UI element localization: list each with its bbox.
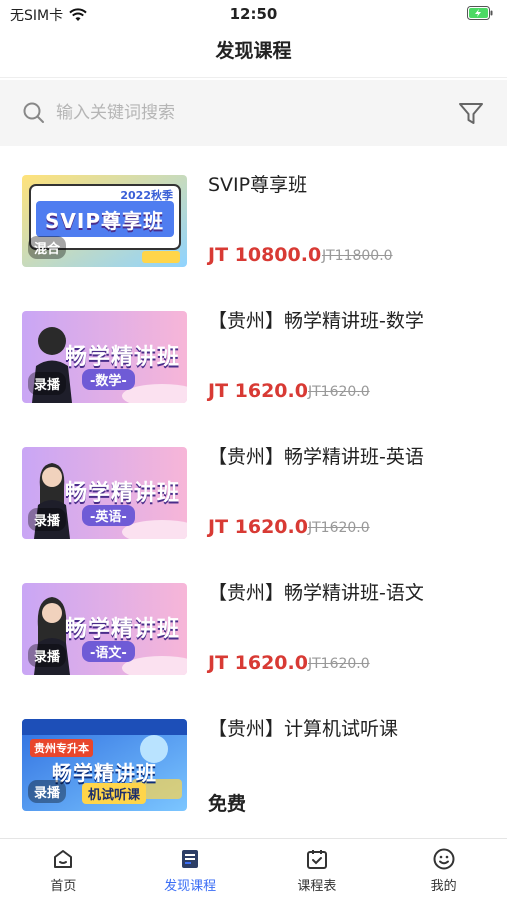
course-item[interactable]: SVIP尊享班 2022秋季 混合 SVIP尊享班 JT 10800.0 JT1… [0, 150, 507, 286]
course-thumbnail: 畅学精讲班 -英语- 录播 [22, 447, 187, 539]
original-price: JT1620.0 [308, 384, 370, 400]
tab-home[interactable]: 首页 [0, 839, 127, 900]
course-item[interactable]: 畅学精讲班 -语文- 录播 【贵州】畅学精讲班-语文 JT 1620.0 JT1… [0, 558, 507, 694]
course-title: 【贵州】畅学精讲班-英语 [208, 446, 424, 468]
course-title: 【贵州】畅学精讲班-数学 [208, 310, 424, 332]
course-title: SVIP尊享班 [208, 174, 308, 196]
course-item[interactable]: 畅学精讲班 -英语- 录播 【贵州】畅学精讲班-英语 JT 1620.0 JT1… [0, 422, 507, 558]
page-title: 发现课程 [215, 40, 292, 62]
original-price: JT11800.0 [322, 248, 393, 264]
tab-label: 发现课程 [164, 879, 217, 894]
search-bar [0, 80, 507, 146]
tab-bar: 首页 发现课程 课程表 我的 [0, 838, 507, 900]
course-thumbnail: 畅学精讲班 -语文- 录播 [22, 583, 187, 675]
tab-schedule[interactable]: 课程表 [254, 839, 381, 900]
course-thumbnail: SVIP尊享班 2022秋季 混合 [22, 175, 187, 267]
thumbnail-tag: 录播 [28, 372, 67, 395]
battery-charging-icon [467, 6, 493, 20]
course-price: JT 1620.0 [208, 380, 308, 402]
course-list: SVIP尊享班 2022秋季 混合 SVIP尊享班 JT 10800.0 JT1… [0, 150, 507, 840]
thumbnail-text: 畅学精讲班 [64, 345, 180, 370]
thumbnail-text: SVIP尊享班 [45, 209, 164, 233]
clock: 12:50 [229, 5, 278, 23]
profile-icon [433, 848, 455, 870]
thumbnail-subtitle: -英语- [82, 505, 135, 526]
thumbnail-tag: 录播 [28, 644, 67, 667]
course-item[interactable]: 贵州专升本 畅学精讲班 机试听课 录播 【贵州】计算机试听课 免费 [0, 694, 507, 830]
search-icon[interactable] [22, 101, 46, 125]
course-price: JT 1620.0 [208, 652, 308, 674]
tab-label: 首页 [50, 879, 77, 894]
thumbnail-tag: 混合 [28, 236, 67, 259]
discover-icon [182, 850, 199, 868]
tab-label: 我的 [430, 879, 457, 894]
course-price: JT 10800.0 [208, 244, 322, 266]
tab-profile[interactable]: 我的 [380, 839, 507, 900]
thumbnail-subtitle: -语文- [82, 641, 135, 662]
original-price: JT1620.0 [308, 520, 370, 536]
filter-icon[interactable] [457, 100, 485, 128]
course-title: 【贵州】计算机试听课 [208, 718, 399, 740]
course-price: 免费 [208, 793, 247, 815]
course-item[interactable]: 畅学精讲班 -数学- 录播 【贵州】畅学精讲班-数学 JT 1620.0 JT1… [0, 286, 507, 422]
search-input[interactable] [56, 98, 416, 128]
navigation-bar: 发现课程 [0, 28, 507, 78]
thumbnail-badge: 贵州专升本 [30, 739, 93, 757]
thumbnail-badge: 2022秋季 [120, 189, 173, 202]
tab-discover[interactable]: 发现课程 [127, 839, 254, 900]
thumbnail-subtitle: 机试听课 [82, 783, 147, 804]
course-title: 【贵州】畅学精讲班-语文 [208, 582, 424, 604]
thumbnail-text: 畅学精讲班 [64, 617, 180, 642]
course-thumbnail: 贵州专升本 畅学精讲班 机试听课 录播 [22, 719, 187, 811]
status-bar: 无SIM卡 12:50 [0, 0, 507, 28]
thumbnail-text: 畅学精讲班 [64, 481, 180, 506]
original-price: JT1620.0 [308, 656, 370, 672]
tab-label: 课程表 [297, 879, 337, 894]
course-price: JT 1620.0 [208, 516, 308, 538]
thumbnail-tag: 录播 [28, 780, 67, 803]
thumbnail-subtitle: -数学- [82, 369, 135, 390]
schedule-icon [306, 850, 327, 869]
course-thumbnail: 畅学精讲班 -数学- 录播 [22, 311, 187, 403]
home-icon [54, 850, 73, 868]
thumbnail-tag: 录播 [28, 508, 67, 531]
